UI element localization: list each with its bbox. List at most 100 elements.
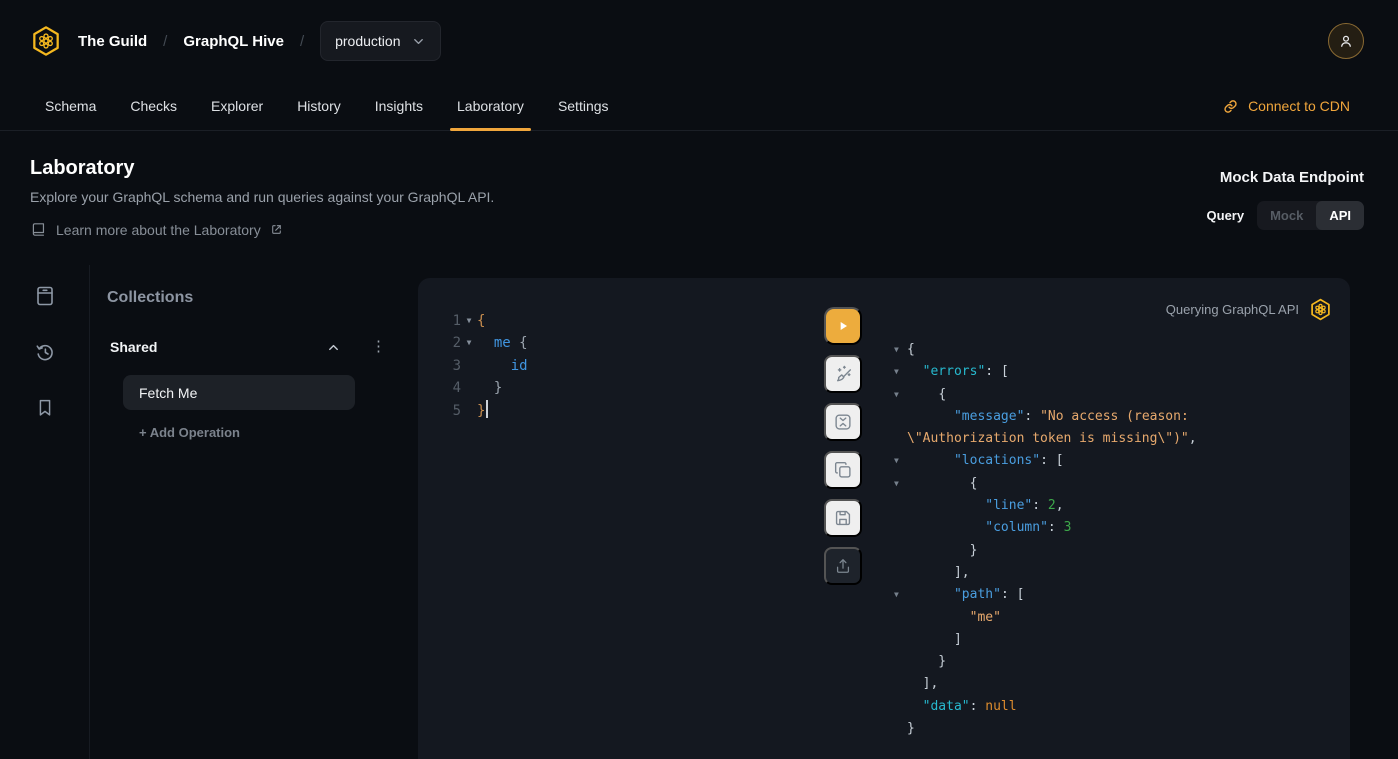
prettify-button[interactable] — [824, 355, 862, 393]
hive-logo-icon — [1309, 298, 1332, 321]
collection-group-shared[interactable]: Shared ⋮ — [107, 339, 373, 355]
execute-query-button[interactable] — [824, 307, 862, 345]
play-icon — [835, 318, 851, 334]
tab-checks[interactable]: Checks — [113, 82, 194, 130]
line-number: 3 — [418, 355, 461, 377]
save-operation-button[interactable] — [824, 499, 862, 537]
code-token: , — [1056, 495, 1064, 517]
connect-to-cdn-label: Connect to CDN — [1248, 98, 1350, 114]
docs-icon[interactable] — [33, 284, 57, 308]
share-icon — [833, 556, 853, 576]
code-token: } — [907, 540, 977, 562]
breadcrumb-org[interactable]: The Guild — [78, 33, 147, 50]
query-label: Query — [1207, 208, 1245, 223]
code-token: ], — [907, 673, 938, 695]
code-token: , — [1189, 428, 1197, 450]
merge-fragments-button[interactable] — [824, 403, 862, 441]
mock-endpoint-panel: Mock Data Endpoint Query Mock API — [1207, 169, 1364, 238]
endpoint-status: Querying GraphQL API — [1166, 298, 1332, 321]
kebab-menu-icon[interactable]: ⋮ — [371, 344, 385, 350]
fold-gutter — [894, 718, 907, 740]
code-token: null — [985, 696, 1016, 718]
query-editor[interactable]: 1▼{2▼ me {3 id4 }5} — [418, 278, 820, 759]
target-select-button[interactable]: production — [320, 21, 440, 61]
code-token — [477, 355, 511, 377]
copy-icon — [832, 459, 854, 481]
fold-gutter — [461, 400, 477, 422]
code-token — [907, 450, 954, 472]
code-token: "line" — [985, 495, 1032, 517]
share-operation-button[interactable] — [824, 547, 862, 585]
laboratory-workspace: Collections Shared ⋮ Fetch Me + Add Oper… — [0, 265, 1398, 759]
fold-gutter — [894, 495, 907, 517]
endpoint-status-label: Querying GraphQL API — [1166, 302, 1299, 317]
code-token: "No access (reason: — [1040, 406, 1189, 428]
code-token: ] — [907, 629, 962, 651]
endpoint-toggle-group: Mock API — [1257, 201, 1364, 230]
fold-toggle-icon[interactable]: ▼ — [894, 450, 907, 472]
query-editor-code[interactable]: 1▼{2▼ me {3 id4 }5} — [418, 310, 820, 422]
code-line: 2▼ me { — [418, 332, 820, 354]
tab-explorer[interactable]: Explorer — [194, 82, 280, 130]
code-token: [ — [1017, 584, 1025, 606]
history-icon[interactable] — [33, 340, 57, 364]
tab-settings[interactable]: Settings — [541, 82, 626, 130]
code-line: ▼ { — [894, 384, 1330, 406]
tab-laboratory[interactable]: Laboratory — [440, 82, 541, 130]
line-number: 1 — [418, 310, 461, 332]
code-token: : — [1001, 584, 1017, 606]
line-number: 2 — [418, 332, 461, 354]
fold-toggle-icon[interactable]: ▼ — [894, 361, 907, 383]
code-token: ], — [907, 562, 970, 584]
code-token: } — [494, 377, 502, 399]
code-token: { — [519, 332, 527, 354]
fold-gutter — [894, 607, 907, 629]
code-token: "message" — [954, 406, 1024, 428]
code-token — [907, 696, 923, 718]
learn-more-link[interactable]: Learn more about the Laboratory — [30, 221, 494, 238]
fold-gutter — [894, 406, 907, 428]
code-line: 1▼{ — [418, 310, 820, 332]
code-token: : — [1040, 450, 1056, 472]
fold-toggle-icon[interactable]: ▼ — [894, 384, 907, 406]
toggle-api[interactable]: API — [1316, 201, 1364, 230]
tab-schema[interactable]: Schema — [28, 82, 113, 130]
code-token: } — [907, 718, 915, 740]
code-line: ▼ "path": [ — [894, 584, 1330, 606]
book-icon — [30, 221, 47, 238]
code-line: ] — [894, 629, 1330, 651]
bookmark-icon[interactable] — [34, 396, 56, 420]
breadcrumb-project[interactable]: GraphQL Hive — [183, 33, 284, 50]
user-avatar-button[interactable] — [1328, 23, 1364, 59]
fold-toggle-icon[interactable]: ▼ — [894, 473, 907, 495]
hive-logo-icon[interactable] — [30, 25, 62, 57]
fold-toggle-icon[interactable]: ▼ — [894, 584, 907, 606]
link-chain-icon — [1222, 98, 1239, 115]
fold-gutter — [894, 540, 907, 562]
copy-query-button[interactable] — [824, 451, 862, 489]
code-line: "line": 2, — [894, 495, 1330, 517]
fold-toggle-icon[interactable]: ▼ — [894, 339, 907, 361]
code-line: 3 id — [418, 355, 820, 377]
fold-toggle-icon[interactable]: ▼ — [461, 332, 477, 354]
page-head: Laboratory Explore your GraphQL schema a… — [0, 131, 1398, 238]
code-token: me — [494, 332, 511, 354]
fold-toggle-icon[interactable]: ▼ — [461, 310, 477, 332]
graphiql-panel: 1▼{2▼ me {3 id4 }5} — [418, 278, 1350, 759]
code-token: "me" — [970, 607, 1001, 629]
tab-history[interactable]: History — [280, 82, 358, 130]
connect-to-cdn-link[interactable]: Connect to CDN — [1222, 82, 1350, 130]
code-token: } — [907, 651, 946, 673]
learn-more-label: Learn more about the Laboratory — [56, 222, 261, 238]
code-token — [477, 377, 494, 399]
toggle-mock[interactable]: Mock — [1257, 201, 1316, 230]
code-token: "column" — [985, 517, 1048, 539]
operation-item-fetch-me[interactable]: Fetch Me — [123, 375, 355, 410]
target-select-label: production — [335, 33, 400, 49]
code-token: id — [511, 355, 528, 377]
add-operation-button[interactable]: + Add Operation — [139, 425, 373, 440]
tab-insights[interactable]: Insights — [358, 82, 440, 130]
code-token — [511, 332, 519, 354]
response-json: ▼{▼ "errors": [▼ { "message": "No access… — [894, 339, 1330, 740]
chevron-up-icon[interactable] — [326, 340, 341, 355]
